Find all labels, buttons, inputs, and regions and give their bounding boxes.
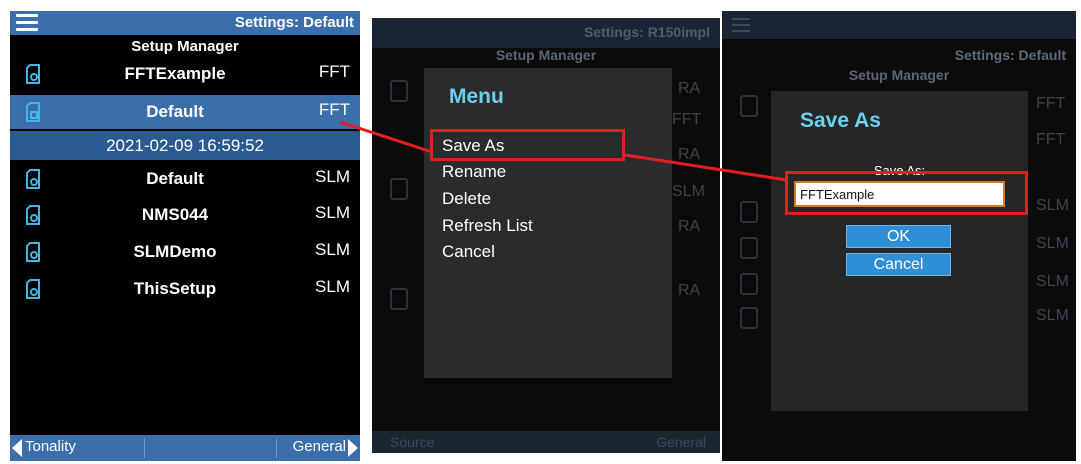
connector-arrows <box>339 120 788 182</box>
connector-line-2 <box>624 153 788 182</box>
connector-line-1 <box>339 120 433 154</box>
